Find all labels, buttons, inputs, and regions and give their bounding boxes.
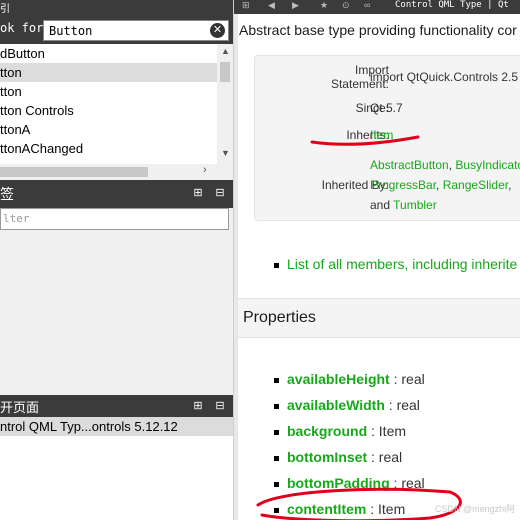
property-item: contentItem : Item [274, 501, 405, 517]
inherited-type-link[interactable]: Tumbler [393, 198, 437, 212]
bullet [274, 403, 279, 409]
list-item[interactable]: dButton [0, 44, 217, 63]
inherits-link[interactable]: Item [370, 128, 393, 142]
property-link[interactable]: bottomInset [287, 449, 367, 465]
index-search-input[interactable]: Button ✕ [43, 20, 229, 41]
all-members-link[interactable]: List of all members, including inherite [287, 256, 517, 272]
property-link[interactable]: bottomPadding [287, 475, 390, 491]
content-toolbar: ⊞ ◀ ▶ ★ ⊙ ∞ Control QML Type | Qt [234, 0, 520, 14]
open-pages-header: 开页面 ⊞ ⊟ [0, 395, 233, 417]
chevron-down-icon[interactable]: ▼ [221, 148, 230, 158]
search-value: Button [49, 24, 93, 38]
inherited-type-link[interactable]: ProgressBar [370, 178, 436, 192]
import-value: import QtQuick.Controls 2.5 [370, 70, 519, 84]
inherited-by-line-3: and Tumbler [370, 198, 437, 212]
property-type: : real [384, 397, 420, 413]
back-icon[interactable]: ◀ [268, 0, 275, 11]
scroll-thumb[interactable] [0, 167, 148, 177]
property-type: : real [389, 371, 425, 387]
bookmark-filter-input[interactable]: lter [0, 208, 229, 230]
list-item[interactable]: ttonAChanged [0, 139, 217, 158]
property-link[interactable]: availableHeight [287, 371, 390, 387]
members-list-item: List of all members, including inherite [274, 256, 517, 272]
property-link[interactable]: contentItem [287, 501, 366, 517]
bullet [274, 262, 279, 268]
bookmarks-title: 签 [0, 186, 14, 202]
property-item: background : Item [274, 423, 406, 439]
left-pane: 引 ok for: Button ✕ dButton tton tton tto… [0, 0, 234, 520]
since-value: Qt 5.7 [370, 101, 403, 115]
property-item: availableWidth : real [274, 397, 420, 413]
open-pages-list: ntrol QML Typ...ontrols 5.12.12 [0, 417, 233, 520]
property-link[interactable]: availableWidth [287, 397, 385, 413]
property-item: bottomPadding : real [274, 475, 425, 491]
property-type: : Item [367, 423, 407, 439]
content-pane: ⊞ ◀ ▶ ★ ⊙ ∞ Control QML Type | Qt Abstra… [234, 0, 520, 520]
type-description: Abstract base type providing functionali… [239, 22, 517, 38]
index-header: 引 [0, 0, 233, 15]
property-item: availableHeight : real [274, 371, 425, 387]
bullet [274, 507, 279, 513]
bullet [274, 429, 279, 435]
results-horizontal-scrollbar[interactable]: › [0, 164, 217, 180]
sync-icon[interactable]: ⊙ [342, 0, 350, 11]
forward-icon[interactable]: ▶ [292, 0, 299, 11]
property-item: bottomInset : real [274, 449, 402, 465]
scroll-thumb[interactable] [220, 62, 230, 82]
list-item[interactable]: ttonA [0, 120, 217, 139]
type-info-table: Import Statement: import QtQuick.Control… [254, 55, 520, 221]
property-type: : real [367, 449, 403, 465]
list-item-selected[interactable]: tton [0, 63, 217, 82]
property-link[interactable]: background [287, 423, 367, 439]
inherited-type-link[interactable]: RangeSlider [443, 178, 508, 192]
close-pane-icon[interactable]: ⊟ [213, 186, 227, 200]
split-pane-icon[interactable]: ⊞ [191, 186, 205, 200]
index-results-list: dButton tton tton tton Controls ttonA tt… [0, 44, 217, 164]
close-icon[interactable]: ✕ [210, 23, 225, 38]
open-page-item[interactable]: ntrol QML Typ...ontrols 5.12.12 [0, 417, 233, 436]
bullet [274, 377, 279, 383]
list-item[interactable]: tton [0, 82, 217, 101]
filter-placeholder: lter [3, 212, 30, 225]
watermark: CSDN @mengzhi阿 [435, 504, 516, 514]
bookmarks-header: 签 ⊞ ⊟ [0, 180, 233, 208]
properties-section-header: Properties [238, 298, 520, 338]
open-pages-title: 开页面 [0, 400, 40, 415]
inherited-by-line-1: AbstractButton, BusyIndicato [370, 158, 520, 172]
chevron-up-icon[interactable]: ▲ [221, 46, 230, 56]
results-vertical-scrollbar[interactable]: ▲ ▼ [217, 44, 233, 166]
bullet [274, 481, 279, 487]
link-icon[interactable]: ∞ [364, 0, 370, 10]
list-item[interactable]: tton Controls [0, 101, 217, 120]
chevron-right-icon[interactable]: › [203, 164, 207, 176]
property-type: : real [389, 475, 425, 491]
index-tab-fragment: 引 [0, 4, 10, 15]
page-tab-title[interactable]: Control QML Type | Qt [395, 0, 509, 10]
property-type: : Item [366, 501, 406, 517]
inherited-type-link[interactable]: BusyIndicato [455, 158, 520, 172]
bullet [274, 455, 279, 461]
inherited-by-line-2: ProgressBar, RangeSlider, [370, 178, 512, 192]
inherited-type-link[interactable]: AbstractButton [370, 158, 449, 172]
and-text: and [370, 198, 391, 212]
content-scrollbar[interactable] [234, 14, 238, 520]
bookmark-icon[interactable]: ★ [320, 0, 328, 11]
split-pane-icon[interactable]: ⊞ [191, 399, 205, 413]
home-icon[interactable]: ⊞ [242, 0, 250, 11]
close-pane-icon[interactable]: ⊟ [213, 399, 227, 413]
properties-heading: Properties [243, 309, 316, 326]
